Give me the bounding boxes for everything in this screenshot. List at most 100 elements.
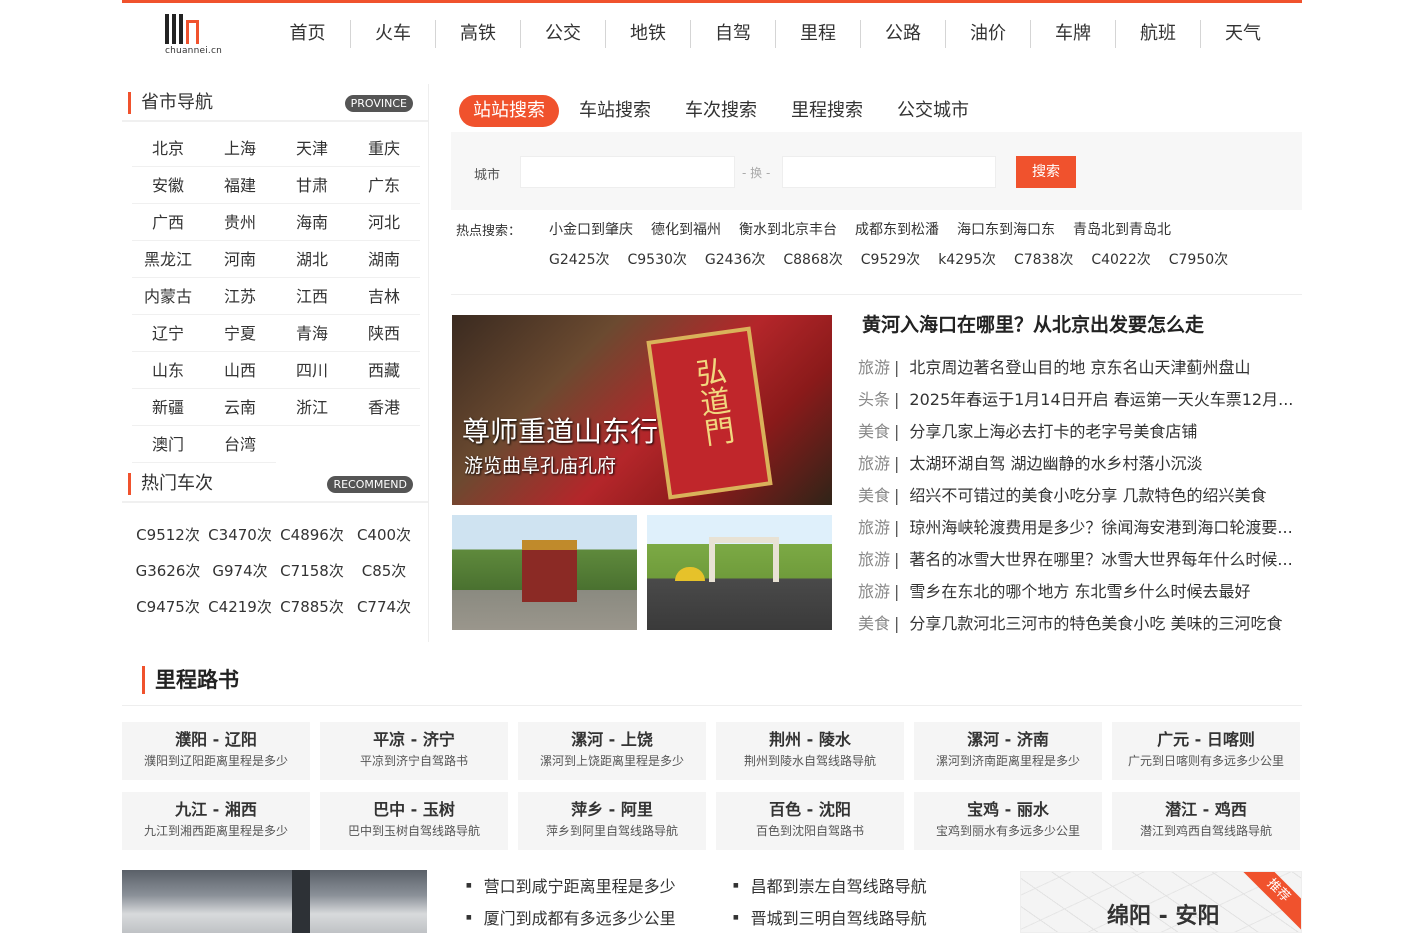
hot-train-link[interactable]: C9475次 xyxy=(132,589,204,625)
province-link[interactable]: 四川 xyxy=(276,352,348,389)
feature-image[interactable]: 弘道門 尊师重道山东行 游览曲阜孔庙孔府 xyxy=(452,315,832,505)
province-link[interactable]: 江西 xyxy=(276,278,348,315)
province-link[interactable]: 湖南 xyxy=(348,241,420,278)
news-title[interactable]: 太湖环湖自驾 湖边幽静的水乡村落小沉淡 xyxy=(909,454,1202,473)
site-logo[interactable]: chuannei.cn xyxy=(165,12,235,58)
bottom-link[interactable]: 营口到咸宁距离里程是多少 xyxy=(466,876,676,908)
hot-search-link[interactable]: C9530次 xyxy=(627,249,686,269)
nav-fuel[interactable]: 油价 xyxy=(945,20,1030,48)
hot-search-link[interactable]: 海口东到海口东 xyxy=(957,219,1055,239)
province-link[interactable]: 宁夏 xyxy=(204,315,276,352)
hot-search-link[interactable]: 德化到福州 xyxy=(651,219,721,239)
hot-train-link[interactable]: G3626次 xyxy=(132,553,204,589)
news-title[interactable]: 著名的冰雪大世界在哪里？冰雪大世界每年什么时候... xyxy=(909,550,1292,569)
hot-search-link[interactable]: 衡水到北京丰台 xyxy=(739,219,837,239)
hot-train-link[interactable]: C7885次 xyxy=(276,589,348,625)
province-link[interactable]: 台湾 xyxy=(204,426,276,463)
tab-station-search[interactable]: 车站搜索 xyxy=(565,95,665,127)
province-link[interactable]: 澳门 xyxy=(132,426,204,463)
swap-button[interactable]: - 换 - xyxy=(742,164,770,181)
province-link[interactable]: 青海 xyxy=(276,315,348,352)
news-title[interactable]: 北京周边著名登山目的地 京东名山天津蓟州盘山 xyxy=(909,358,1250,377)
province-link[interactable]: 福建 xyxy=(204,167,276,204)
province-link[interactable]: 天津 xyxy=(276,130,348,167)
province-link[interactable]: 新疆 xyxy=(132,389,204,426)
province-link[interactable]: 内蒙古 xyxy=(132,278,204,315)
province-link[interactable]: 辽宁 xyxy=(132,315,204,352)
nav-bus[interactable]: 公交 xyxy=(520,20,605,48)
hot-train-link[interactable]: C4219次 xyxy=(204,589,276,625)
route-card[interactable]: 漯河 - 上饶 漯河到上饶距离里程是多少 xyxy=(518,722,706,780)
hot-search-link[interactable]: C9529次 xyxy=(861,249,920,269)
nav-metro[interactable]: 地铁 xyxy=(605,20,690,48)
province-link[interactable]: 河北 xyxy=(348,204,420,241)
hot-search-link[interactable]: k4295次 xyxy=(938,249,996,269)
nav-highspeed[interactable]: 高铁 xyxy=(435,20,520,48)
tab-bus-city[interactable]: 公交城市 xyxy=(883,95,983,127)
news-title[interactable]: 2025年春运于1月14日开启 春运第一天火车票12月... xyxy=(909,390,1293,409)
news-item[interactable]: 旅游雪乡在东北的哪个地方 东北雪乡什么时候去最好 xyxy=(858,576,1302,608)
tab-mileage-search[interactable]: 里程搜索 xyxy=(777,95,877,127)
province-link[interactable]: 海南 xyxy=(276,204,348,241)
search-button[interactable]: 搜索 xyxy=(1016,156,1076,188)
news-item[interactable]: 旅游琼州海峡轮渡费用是多少？徐闻海安港到海口轮渡要... xyxy=(858,512,1302,544)
news-title[interactable]: 绍兴不可错过的美食小吃分享 几款特色的绍兴美食 xyxy=(909,486,1266,505)
province-link[interactable]: 重庆 xyxy=(348,130,420,167)
route-card[interactable]: 潜江 - 鸡西 潜江到鸡西自驾线路导航 xyxy=(1112,792,1300,850)
route-card[interactable]: 萍乡 - 阿里 萍乡到阿里自驾线路导航 xyxy=(518,792,706,850)
hot-search-link[interactable]: C7838次 xyxy=(1014,249,1073,269)
nav-flight[interactable]: 航班 xyxy=(1115,20,1200,48)
route-card[interactable]: 巴中 - 玉树 巴中到玉树自驾线路导航 xyxy=(320,792,508,850)
province-link[interactable]: 上海 xyxy=(204,130,276,167)
station-image[interactable] xyxy=(122,870,427,933)
bottom-link[interactable]: 晋城到三明自驾线路导航 xyxy=(733,908,927,933)
province-link[interactable]: 陕西 xyxy=(348,315,420,352)
province-link[interactable]: 黑龙江 xyxy=(132,241,204,278)
bottom-link[interactable]: 厦门到成都有多远多少公里 xyxy=(466,908,676,933)
nav-home[interactable]: 首页 xyxy=(265,20,350,48)
province-link[interactable]: 吉林 xyxy=(348,278,420,315)
thumb-temple-image[interactable] xyxy=(452,515,637,630)
province-link[interactable]: 安徽 xyxy=(132,167,204,204)
nav-weather[interactable]: 天气 xyxy=(1200,20,1285,48)
route-card[interactable]: 广元 - 日喀则 广元到日喀则有多远多少公里 xyxy=(1112,722,1300,780)
route-card[interactable]: 濮阳 - 辽阳 濮阳到辽阳距离里程是多少 xyxy=(122,722,310,780)
province-link[interactable]: 广西 xyxy=(132,204,204,241)
hot-search-link[interactable]: G2425次 xyxy=(549,249,609,269)
recommend-card[interactable]: 推荐 绵阳 - 安阳 xyxy=(1020,871,1302,933)
to-city-input[interactable] xyxy=(782,156,996,188)
hot-train-link[interactable]: C4896次 xyxy=(276,517,348,553)
province-link[interactable]: 山西 xyxy=(204,352,276,389)
hot-train-link[interactable]: C7158次 xyxy=(276,553,348,589)
province-link[interactable]: 广东 xyxy=(348,167,420,204)
news-title[interactable]: 琼州海峡轮渡费用是多少？徐闻海安港到海口轮渡要... xyxy=(909,518,1292,537)
news-item[interactable]: 美食绍兴不可错过的美食小吃分享 几款特色的绍兴美食 xyxy=(858,480,1302,512)
from-city-input[interactable] xyxy=(520,156,735,188)
hot-train-link[interactable]: C9512次 xyxy=(132,517,204,553)
news-title[interactable]: 分享几款河北三河市的特色美食小吃 美味的三河吃食 xyxy=(909,614,1282,633)
hot-search-link[interactable]: C4022次 xyxy=(1091,249,1150,269)
thumb-gate-image[interactable] xyxy=(647,515,832,630)
province-link[interactable]: 江苏 xyxy=(204,278,276,315)
route-card[interactable]: 荆州 - 陵水 荆州到陵水自驾线路导航 xyxy=(716,722,904,780)
news-item[interactable]: 头条 2025年春运于1月14日开启 春运第一天火车票12月... xyxy=(858,384,1302,416)
route-card[interactable]: 漯河 - 济南 漯河到济南距离里程是多少 xyxy=(914,722,1102,780)
hot-train-link[interactable]: G974次 xyxy=(204,553,276,589)
news-item[interactable]: 旅游北京周边著名登山目的地 京东名山天津蓟州盘山 xyxy=(858,352,1302,384)
nav-plate[interactable]: 车牌 xyxy=(1030,20,1115,48)
province-link[interactable]: 北京 xyxy=(132,130,204,167)
news-item[interactable]: 美食分享几家上海必去打卡的老字号美食店铺 xyxy=(858,416,1302,448)
route-card[interactable]: 平凉 - 济宁 平凉到济宁自驾路书 xyxy=(320,722,508,780)
route-card[interactable]: 宝鸡 - 丽水 宝鸡到丽水有多远多少公里 xyxy=(914,792,1102,850)
nav-selfdrive[interactable]: 自驾 xyxy=(690,20,775,48)
province-link[interactable]: 西藏 xyxy=(348,352,420,389)
news-title[interactable]: 雪乡在东北的哪个地方 东北雪乡什么时候去最好 xyxy=(909,582,1250,601)
route-card[interactable]: 九江 - 湘西 九江到湘西距离里程是多少 xyxy=(122,792,310,850)
hot-search-link[interactable]: C8868次 xyxy=(783,249,842,269)
hot-search-link[interactable]: G2436次 xyxy=(705,249,765,269)
tab-train-search[interactable]: 车次搜索 xyxy=(671,95,771,127)
news-title[interactable]: 分享几家上海必去打卡的老字号美食店铺 xyxy=(909,422,1197,441)
nav-highway[interactable]: 公路 xyxy=(860,20,945,48)
news-item[interactable]: 旅游著名的冰雪大世界在哪里？冰雪大世界每年什么时候... xyxy=(858,544,1302,576)
province-link[interactable]: 甘肃 xyxy=(276,167,348,204)
